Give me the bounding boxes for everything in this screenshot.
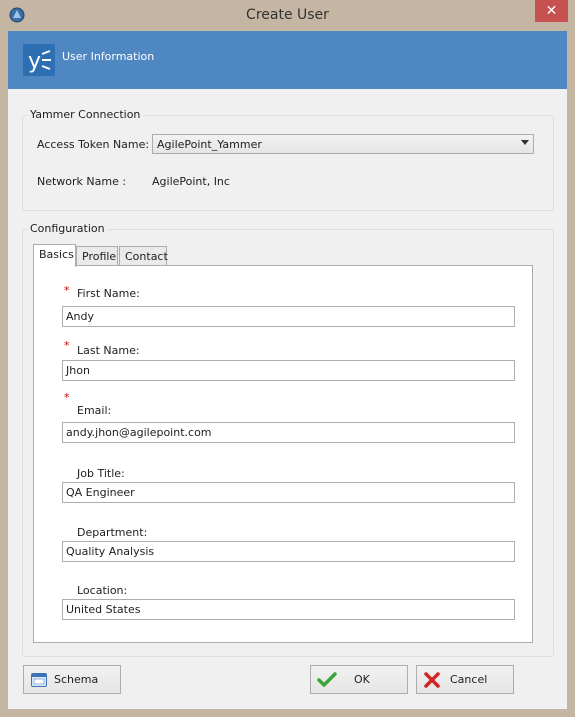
job-title-label: Job Title: — [77, 467, 125, 480]
location-value: United States — [66, 603, 141, 616]
configuration-label: Configuration — [27, 222, 108, 235]
green-check-icon — [317, 672, 337, 687]
location-label: Location: — [77, 584, 128, 597]
department-value: Quality Analysis — [66, 545, 155, 558]
department-label: Department: — [77, 526, 148, 539]
first-name-label: First Name: — [77, 287, 140, 300]
window-title: Create User — [246, 7, 329, 23]
cancel-label: Cancel — [450, 673, 488, 686]
tab-profile[interactable]: Profile — [76, 246, 118, 266]
network-name-label: Network Name : — [37, 175, 127, 188]
last-name-value: Jhon — [66, 364, 90, 377]
ok-label: OK — [354, 673, 370, 686]
tab-contact[interactable]: Contact — [119, 246, 168, 266]
red-x-icon — [424, 672, 440, 688]
title-bar: Create User ✕ — [0, 0, 575, 31]
network-name-value: AgilePoint, Inc — [152, 175, 230, 188]
close-button[interactable]: ✕ — [535, 0, 568, 22]
last-name-field[interactable]: Jhon — [62, 360, 515, 381]
email-field[interactable]: andy.jhon@agilepoint.com — [62, 422, 515, 443]
close-icon: ✕ — [545, 3, 558, 19]
schema-label: Schema — [54, 673, 99, 686]
required-marker: * — [64, 284, 70, 297]
cancel-button[interactable]: Cancel — [416, 665, 514, 694]
last-name-label: Last Name: — [77, 344, 140, 357]
schema-button[interactable]: Schema — [23, 665, 121, 694]
yammer-connection-group — [22, 115, 554, 211]
first-name-field[interactable]: Andy — [62, 306, 515, 327]
yammer-connection-label: Yammer Connection — [27, 108, 144, 121]
job-title-field[interactable]: QA Engineer — [62, 482, 515, 503]
access-token-dropdown[interactable]: AgilePoint_Yammer — [152, 134, 534, 154]
email-label: Email: — [77, 404, 112, 417]
banner-title: User Information — [62, 50, 155, 63]
department-field[interactable]: Quality Analysis — [62, 541, 515, 562]
yammer-logo-icon: y — [23, 44, 55, 76]
job-title-value: QA Engineer — [66, 486, 135, 499]
dialog-client-area: y User Information Yammer Connection Acc… — [8, 31, 567, 709]
svg-text:y: y — [28, 49, 41, 74]
required-marker: * — [64, 339, 70, 352]
chevron-down-icon — [521, 140, 529, 145]
access-token-value: AgilePoint_Yammer — [157, 138, 262, 151]
location-field[interactable]: United States — [62, 599, 515, 620]
schema-window-icon — [31, 673, 47, 687]
required-marker: * — [64, 391, 70, 404]
create-user-window: Create User ✕ y User Information Yammer … — [0, 0, 575, 717]
ok-button[interactable]: OK — [310, 665, 408, 694]
first-name-value: Andy — [66, 310, 94, 323]
email-value: andy.jhon@agilepoint.com — [66, 426, 212, 439]
access-token-label: Access Token Name: — [37, 138, 150, 151]
header-banner: y User Information — [8, 31, 567, 89]
tab-basics[interactable]: Basics — [33, 244, 76, 267]
